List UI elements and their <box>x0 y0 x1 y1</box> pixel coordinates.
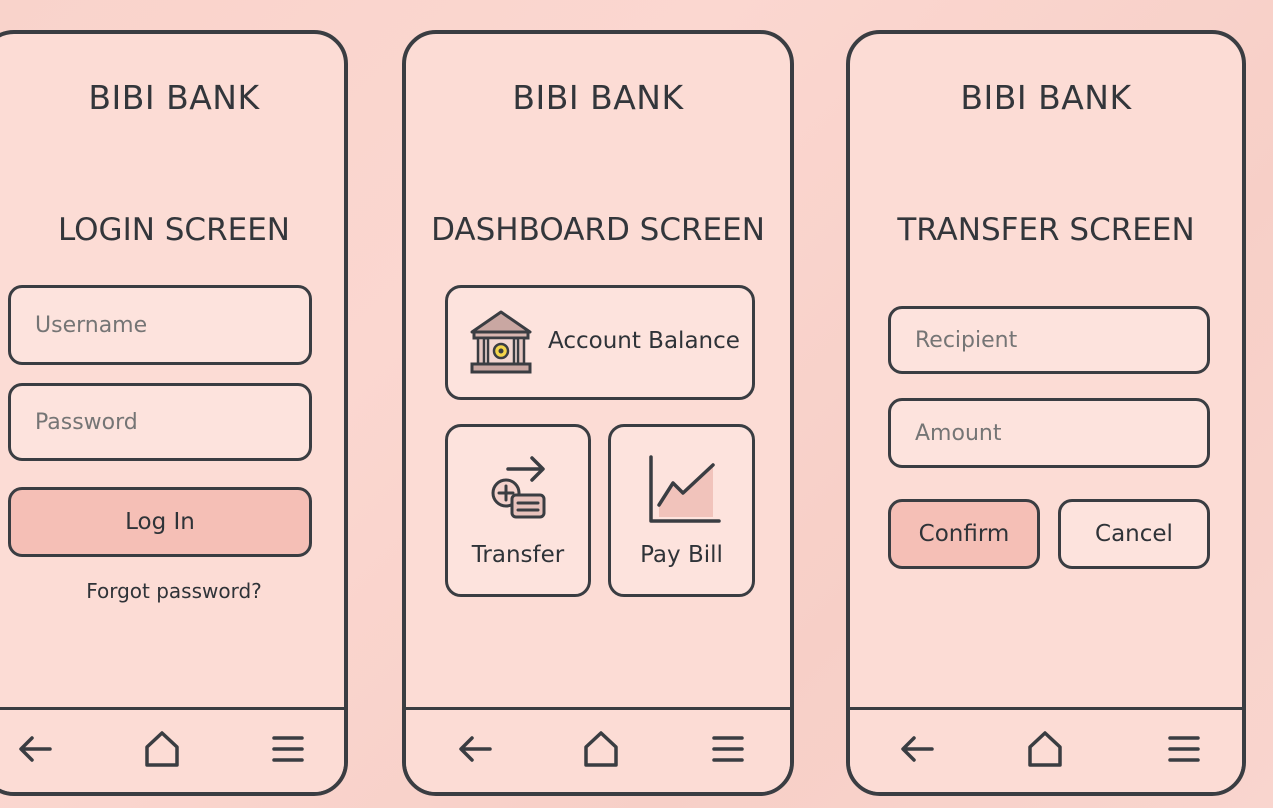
bottom-nav <box>406 707 790 792</box>
bottom-nav <box>0 707 344 792</box>
username-field[interactable] <box>8 285 312 365</box>
bank-icon <box>468 308 534 378</box>
chart-icon <box>647 455 721 527</box>
transfer-card[interactable]: Transfer <box>445 424 591 597</box>
home-icon[interactable] <box>1023 727 1067 771</box>
menu-icon[interactable] <box>266 727 310 771</box>
bank-name: BIBI BANK <box>960 78 1132 117</box>
login-screen-title: LOGIN SCREEN <box>57 212 290 248</box>
transfer-phone: BIBI BANK TRANSFER SCREEN Confirm Cancel <box>846 30 1246 796</box>
bank-name: BIBI BANK <box>512 78 684 117</box>
transfer-screen-title: TRANSFER SCREEN <box>897 212 1195 248</box>
login-phone: BIBI BANK LOGIN SCREEN Log In Forgot pas… <box>0 30 348 796</box>
back-arrow-icon[interactable] <box>454 727 498 771</box>
forgot-password-link[interactable]: Forgot password? <box>4 579 344 603</box>
dashboard-screen-title: DASHBOARD SCREEN <box>431 212 765 248</box>
recipient-field[interactable] <box>888 306 1210 374</box>
transfer-label: Transfer <box>471 542 565 568</box>
cancel-button[interactable]: Cancel <box>1058 499 1210 569</box>
pay-bill-label: Pay Bill <box>640 542 723 568</box>
transfer-icon <box>488 453 550 525</box>
back-arrow-icon[interactable] <box>896 727 940 771</box>
password-field[interactable] <box>8 383 312 461</box>
pay-bill-card[interactable]: Pay Bill <box>608 424 755 597</box>
menu-icon[interactable] <box>1162 727 1206 771</box>
amount-field[interactable] <box>888 398 1210 468</box>
home-icon[interactable] <box>579 727 623 771</box>
home-icon[interactable] <box>140 727 184 771</box>
login-button[interactable]: Log In <box>8 487 312 557</box>
confirm-button[interactable]: Confirm <box>888 499 1040 569</box>
bank-name: BIBI BANK <box>88 78 260 117</box>
account-balance-card[interactable]: Account Balance <box>445 285 755 400</box>
back-arrow-icon[interactable] <box>14 727 58 771</box>
dashboard-phone: BIBI BANK DASHBOARD SCREEN Account Balan… <box>402 30 794 796</box>
bottom-nav <box>850 707 1242 792</box>
account-balance-label: Account Balance <box>548 328 740 354</box>
menu-icon[interactable] <box>706 727 750 771</box>
